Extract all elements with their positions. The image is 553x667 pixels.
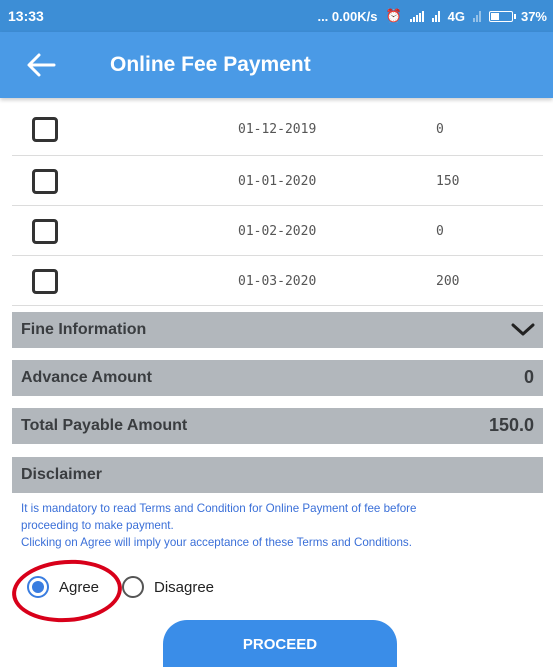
- agree-label: Agree: [59, 578, 100, 596]
- fine-information-section[interactable]: Fine Information: [12, 312, 543, 348]
- disagree-option[interactable]: Disagree: [122, 575, 214, 599]
- disagree-radio[interactable]: [122, 576, 144, 598]
- status-bar: 13:33 ... 0.00K/s ⏰ 4G 37%: [0, 0, 553, 32]
- fee-checkbox[interactable]: [32, 219, 58, 244]
- fee-row: 01-03-2020 200: [12, 256, 543, 306]
- disagree-label: Disagree: [154, 578, 215, 596]
- fee-checkbox[interactable]: [32, 269, 58, 294]
- fee-list: 01-12-2019 0 01-01-2020 150 01-02-2020 0…: [12, 104, 543, 306]
- disclaimer-line: It is mandatory to read Terms and Condit…: [21, 502, 417, 515]
- fee-amount: 150: [436, 174, 460, 189]
- advance-amount-value: 0: [523, 367, 534, 387]
- battery-percent: 37%: [520, 8, 547, 24]
- fee-date: 01-12-2019: [238, 122, 317, 137]
- fee-date: 01-03-2020: [238, 274, 317, 289]
- status-indicators: ... 0.00K/s ⏰ 4G 37%: [317, 8, 547, 24]
- fee-amount: 0: [436, 224, 444, 239]
- alarm-icon: ⏰: [385, 8, 402, 23]
- arrow-left-icon: [27, 53, 56, 77]
- fine-information-label: Fine Information: [21, 321, 147, 338]
- disclaimer-line: proceeding to make payment.: [21, 519, 174, 532]
- chevron-down-icon[interactable]: [511, 323, 535, 337]
- signal-icon: [409, 10, 424, 22]
- disclaimer-label: Disclaimer: [21, 466, 102, 483]
- status-time: 13:33: [8, 8, 44, 24]
- agree-option[interactable]: Agree: [27, 575, 99, 599]
- disclaimer-text: It is mandatory to read Terms and Condit…: [21, 500, 536, 551]
- signal-icon: [472, 10, 481, 22]
- agree-radio[interactable]: [27, 576, 49, 598]
- network-speed: ... 0.00K/s: [317, 8, 378, 24]
- disclaimer-section: Disclaimer: [12, 457, 543, 493]
- fee-date: 01-01-2020: [238, 174, 317, 189]
- advance-amount-section: Advance Amount 0: [12, 360, 543, 396]
- back-button[interactable]: [26, 51, 56, 79]
- signal-icon: [431, 10, 440, 22]
- proceed-button[interactable]: PROCEED: [163, 620, 397, 667]
- network-type: 4G: [447, 8, 465, 24]
- app-bar: Online Fee Payment: [0, 32, 553, 98]
- disclaimer-line: Clicking on Agree will imply your accept…: [21, 536, 412, 549]
- fee-row: 01-02-2020 0: [12, 206, 543, 256]
- page-title: Online Fee Payment: [110, 53, 311, 76]
- fee-row: 01-01-2020 150: [12, 156, 543, 206]
- fee-checkbox[interactable]: [32, 169, 58, 194]
- fee-checkbox[interactable]: [32, 117, 58, 142]
- fee-row: 01-12-2019 0: [12, 104, 543, 156]
- fee-amount: 200: [436, 274, 460, 289]
- fee-amount: 0: [436, 122, 444, 137]
- battery-icon: [488, 10, 516, 22]
- fee-date: 01-02-2020: [238, 224, 317, 239]
- total-payable-section: Total Payable Amount 150.0: [12, 408, 543, 444]
- advance-amount-label: Advance Amount: [21, 369, 152, 386]
- total-payable-label: Total Payable Amount: [21, 417, 188, 434]
- total-payable-value: 150.0: [488, 415, 534, 435]
